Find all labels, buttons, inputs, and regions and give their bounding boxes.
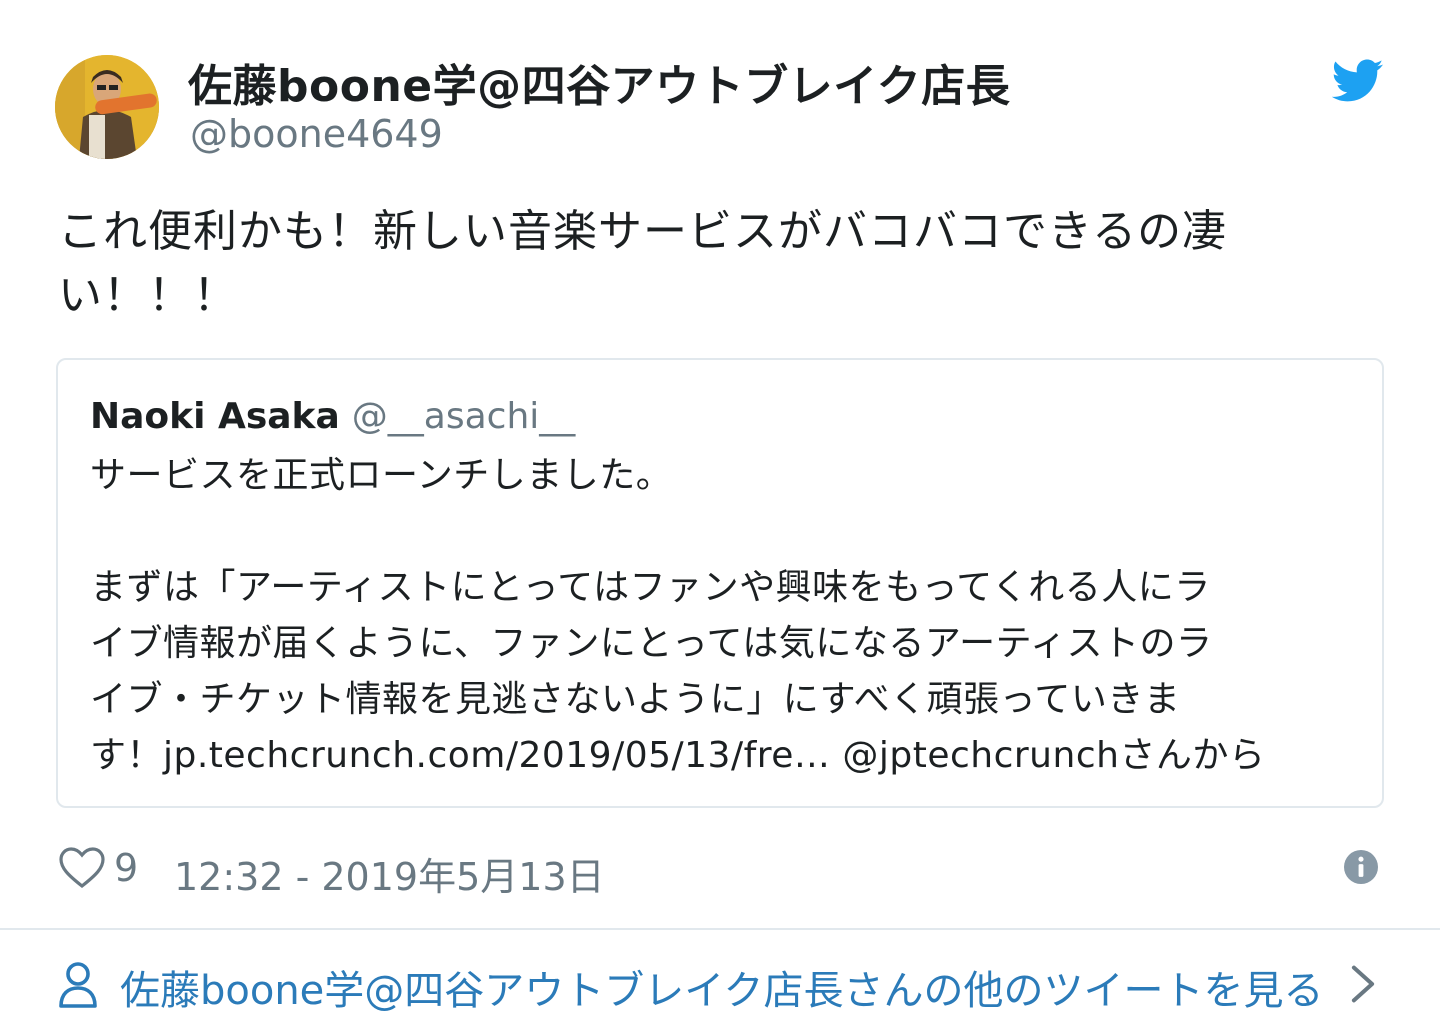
quoted-text-line: まずは「アーティストにとってはファンや興味をもってくれる人にラ [90, 567, 1211, 608]
divider [0, 928, 1440, 930]
quoted-text-line: イブ情報が届くように、ファンにとっては気になるアーティストのラ [90, 623, 1213, 664]
quoted-author-handle: @__asachi__ [351, 396, 576, 437]
tweet-text-line: い！！！ [58, 270, 238, 321]
embedded-tweet: 佐藤boone学@四谷アウトブレイク店長 @boone4649 これ便利かも！新… [0, 0, 1440, 1030]
author-avatar[interactable] [55, 55, 159, 159]
like-count: 9 [114, 846, 139, 890]
quoted-text-line: す！jp.techcrunch.com/2019/05/13/fre… @jpt… [90, 735, 1266, 776]
quoted-tweet-card[interactable]: Naoki Asaka @__asachi__ サービスを正式ローンチしました。 … [56, 358, 1384, 808]
quoted-tweet-text: サービスを正式ローンチしました。 まずは「アーティストにとってはファンや興味をも… [90, 448, 1370, 784]
author-handle[interactable]: @boone4649 [190, 112, 443, 156]
more-tweets-label[interactable]: 佐藤boone学@四谷アウトブレイク店長さんの他のツイートを見る [120, 958, 1324, 1016]
author-name[interactable]: 佐藤boone学@四谷アウトブレイク店長 [188, 50, 1010, 114]
tweet-timestamp[interactable]: 12:32 - 2019年5月13日 [174, 846, 605, 901]
quoted-text-line: イブ・チケット情報を見逃さないように」にすべく頑張っていきま [90, 679, 1181, 720]
info-icon[interactable] [1344, 850, 1378, 884]
avatar-photo [55, 55, 159, 159]
tweet-text-line: これ便利かも！新しい音楽サービスがバコバコできるの凄 [58, 206, 1228, 257]
quoted-tweet-header: Naoki Asaka @__asachi__ [90, 396, 575, 437]
heart-icon[interactable] [58, 844, 106, 890]
quoted-text-line: サービスを正式ローンチしました。 [90, 455, 673, 496]
quoted-text-blank-line [90, 504, 1370, 560]
more-tweets-link[interactable]: 佐藤boone学@四谷アウトブレイク店長さんの他のツイートを見る [58, 950, 1388, 1020]
person-icon [59, 962, 97, 1008]
chevron-right-icon[interactable] [1350, 964, 1376, 1004]
tweet-text: これ便利かも！新しい音楽サービスがバコバコできるの凄 い！！！ [58, 200, 1358, 328]
quoted-author-name: Naoki Asaka [90, 396, 340, 437]
twitter-bird-icon[interactable] [1332, 58, 1384, 104]
tweet-meta-row: 9 12:32 - 2019年5月13日 [58, 840, 1388, 899]
